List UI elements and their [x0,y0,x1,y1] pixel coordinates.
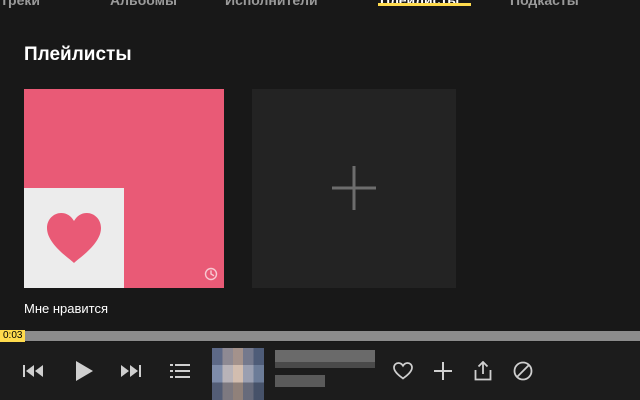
track-title[interactable] [275,350,375,362]
current-time: 0:03 [0,330,26,342]
section-title: Плейлисты [24,44,132,65]
prev-button[interactable] [21,358,47,384]
block-button[interactable] [510,358,536,384]
track-artist[interactable] [275,375,325,387]
player-bar [0,342,640,400]
cover-white-block [24,188,124,288]
play-button[interactable] [71,358,97,384]
track-title-secondary [275,362,375,368]
track-cover[interactable] [212,348,264,400]
playlist-card-liked[interactable] [24,89,224,288]
block-icon [513,361,533,381]
share-icon [474,361,492,381]
like-icon [393,362,413,380]
queue-icon [170,364,190,378]
next-button[interactable] [117,358,143,384]
progress-bar[interactable] [0,331,640,341]
queue-button[interactable] [167,358,193,384]
prev-icon [23,365,43,377]
active-tab-indicator [378,3,471,6]
tab-artists[interactable]: Исполнители [225,0,318,8]
play-icon [76,361,93,381]
add-to-playlist-button[interactable] [430,358,456,384]
add-icon [434,362,452,380]
plus-icon [332,166,376,210]
like-button[interactable] [390,358,416,384]
heart-icon [47,213,101,263]
tab-podcasts[interactable]: Подкасты [510,0,579,8]
sync-badge-icon [204,267,218,281]
new-playlist-card[interactable] [252,89,456,288]
share-button[interactable] [470,358,496,384]
top-tabs: Треки Альбомы Исполнители Плейлисты Подк… [0,0,640,12]
playlist-card-title[interactable]: Мне нравится [24,301,108,316]
next-icon [121,365,141,377]
tab-tracks[interactable]: Треки [0,0,40,8]
tab-albums[interactable]: Альбомы [110,0,177,8]
